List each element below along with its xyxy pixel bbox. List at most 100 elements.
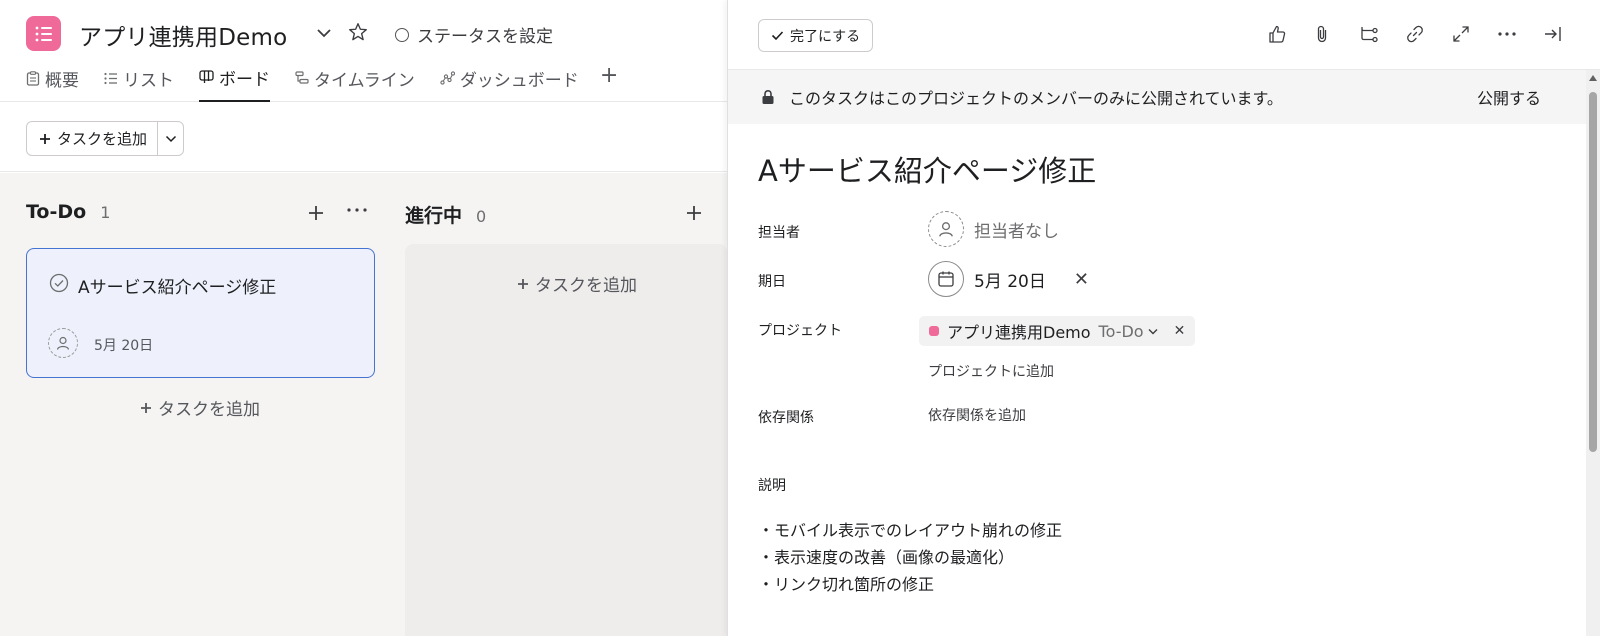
star-icon[interactable] [346,20,370,44]
link-icon[interactable] [1403,22,1427,46]
plus-icon [518,278,528,289]
make-public-button[interactable]: 公開する [1477,85,1541,109]
lock-icon [762,89,774,104]
add-task-label: タスクを追加 [158,400,260,420]
overview-icon [26,70,40,86]
project-pill[interactable]: アプリ連携用Demo To-Do ✕ [919,316,1196,346]
chevron-down-icon [1148,328,1158,334]
task-title[interactable]: Aサービス紹介ページ修正 [758,148,1096,190]
add-task-link-todo[interactable]: タスクを追加 [140,395,260,420]
assignee-label: 担当者 [758,225,800,241]
remove-project-icon[interactable]: ✕ [1174,323,1186,339]
subtask-icon[interactable] [1357,22,1381,46]
tab-timeline[interactable]: タイムライン [295,64,415,102]
tab-label: ボード [219,69,270,90]
panel-scrollbar[interactable] [1586,70,1600,636]
list-icon [104,72,117,84]
attachment-icon[interactable] [1311,22,1335,46]
tab-dashboard[interactable]: ダッシュボード [440,64,579,102]
status-label: ステータスを設定 [417,27,553,47]
panel-toolbar: 完了にする [728,0,1600,70]
column-more-icon[interactable] [346,197,368,222]
clear-due-date-icon[interactable]: ✕ [1074,269,1089,290]
add-task-dropdown[interactable] [157,122,183,155]
column-count: 1 [100,203,111,222]
task-card[interactable]: Aサービス紹介ページ修正 5月 20日 [26,248,375,378]
scrollbar-thumb[interactable] [1589,92,1597,452]
board: To-Do 1 Aサービス紹介ページ修正 5月 20日 タスクを追加 進行中 0 [0,173,727,636]
dashboard-icon [440,71,455,85]
tab-list[interactable]: リスト [104,64,174,102]
description-line: ・モバイル表示でのレイアウト崩れの修正 [758,521,1063,540]
tab-board[interactable]: ボード [199,64,270,102]
add-task-label: タスクを追加 [57,130,148,148]
project-title[interactable]: アプリ連携用Demo [79,18,287,52]
add-task-label: タスクを追加 [535,276,637,296]
project-header: アプリ連携用Demo ステータスを設定 概要 リスト ボード タイムライン ダッ… [0,0,727,102]
add-task-link-in-progress[interactable]: タスクを追加 [517,271,637,296]
scroll-up-arrow-icon[interactable] [1589,75,1597,81]
tab-label: タイムライン [314,70,415,91]
plus-icon [40,133,50,144]
project-icon[interactable] [26,16,61,51]
mark-complete-button[interactable]: 完了にする [758,19,874,52]
board-toolbar: タスクを追加 [0,102,727,172]
section-name: To-Do [1098,321,1144,341]
more-options-icon[interactable] [1495,22,1519,46]
calendar-icon [928,261,964,297]
timeline-icon [295,71,309,84]
column-header-todo[interactable]: To-Do 1 [26,201,110,223]
project-color-icon [929,326,939,336]
tab-overview[interactable]: 概要 [26,64,79,102]
tab-label: 概要 [45,70,79,91]
project-name: アプリ連携用Demo [947,323,1091,342]
tab-label: ダッシュボード [459,70,579,91]
description-label: 説明 [758,478,786,494]
dependency-label: 依存関係 [758,410,814,426]
assignee-field[interactable]: 担当者なし [928,211,1059,247]
assignee-avatar-icon[interactable] [48,328,78,358]
add-dependency-button[interactable]: 依存関係を追加 [928,405,1026,425]
check-icon [771,31,784,41]
project-area: アプリ連携用Demo ステータスを設定 概要 リスト ボード タイムライン ダッ… [0,0,727,636]
like-icon[interactable] [1265,22,1289,46]
due-date-value: 5月 20日 [974,271,1046,292]
plus-icon [141,402,151,413]
expand-icon[interactable] [1449,22,1473,46]
column-add-task-icon[interactable] [308,199,324,227]
section-selector[interactable]: To-Do [1099,322,1158,341]
close-panel-icon[interactable] [1541,22,1565,46]
column-title: 進行中 [405,205,463,227]
tab-label: リスト [123,70,174,91]
set-status-button[interactable]: ステータスを設定 [395,22,553,47]
task-card-due-date[interactable]: 5月 20日 [94,335,153,355]
column-header-in-progress[interactable]: 進行中 0 [405,201,486,228]
due-date-field[interactable]: 5月 20日 ✕ [928,261,1089,297]
add-tab-button[interactable]: + [600,64,618,88]
add-task-main[interactable]: タスクを追加 [27,122,157,155]
due-date-label: 期日 [758,274,786,290]
mark-complete-label: 完了にする [790,28,861,45]
add-task-button[interactable]: タスクを追加 [26,121,185,156]
project-label: プロジェクト [758,323,842,339]
assignee-value: 担当者なし [974,221,1059,242]
chevron-down-icon[interactable] [313,22,335,44]
description-body[interactable]: ・モバイル表示でのレイアウト崩れの修正 ・表示速度の改善（画像の最適化） ・リン… [758,517,1062,598]
board-icon [199,70,214,83]
chevron-down-icon [165,135,176,142]
privacy-notice: このタスクはこのプロジェクトのメンバーのみに公開されています。 公開する [728,70,1587,124]
status-circle-icon [395,27,409,42]
column-title: To-Do [26,201,87,223]
column-count: 0 [476,207,487,226]
list-icon [35,26,52,41]
column-add-task-icon[interactable] [686,199,702,227]
column-body-in-progress: タスクを追加 [405,244,727,636]
project-tabs: 概要 リスト ボード タイムライン ダッシュボード + [26,64,618,102]
add-to-project-button[interactable]: プロジェクトに追加 [928,361,1054,381]
check-circle-icon[interactable] [49,273,69,293]
privacy-message: このタスクはこのプロジェクトのメンバーのみに公開されています。 [789,89,1283,108]
panel-actions [1265,22,1565,46]
assignee-avatar-icon [928,211,964,247]
task-detail-panel: 完了にする このタスクはこのプロジェクトのメンバーのみに公開されています。 公開… [727,0,1600,636]
description-line: ・リンク切れ箇所の修正 [758,575,935,594]
